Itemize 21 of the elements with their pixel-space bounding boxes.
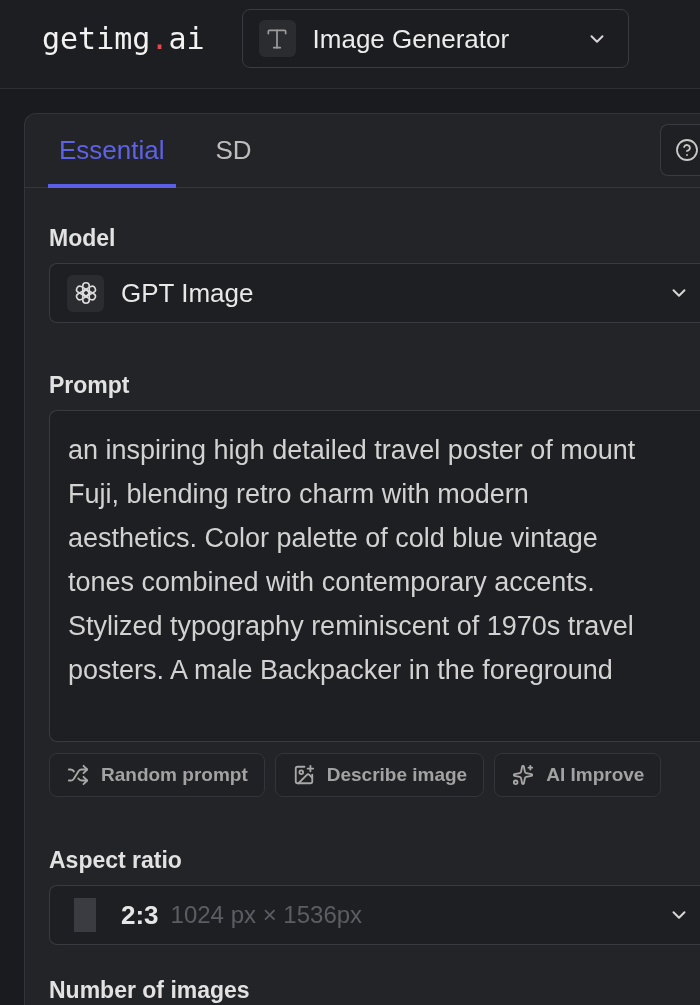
aspect-ratio-select[interactable]: 2:3 1024 px × 1536px — [49, 885, 700, 945]
prompt-action-button[interactable]: AI Improve — [494, 753, 662, 797]
shuffle-icon — [67, 764, 89, 786]
field-label: Number of images — [49, 976, 250, 1004]
tool-select[interactable]: Image Generator — [241, 9, 629, 68]
help-button[interactable] — [660, 124, 700, 176]
field-label: Aspect ratio — [49, 846, 182, 874]
logo[interactable]: getimg.ai — [42, 20, 205, 57]
prompt-action-button[interactable]: Describe image — [274, 753, 485, 797]
field-label: Model — [49, 224, 116, 252]
portrait-rectangle-icon — [74, 898, 96, 932]
help-icon — [675, 138, 699, 162]
image-plus-icon — [292, 764, 315, 786]
text-type-icon — [258, 20, 296, 57]
prompt-field[interactable]: an inspiring high detailed travel poster of mount Fuji, blending retro charm with modern aesthetics. Color palette of cold blue vintage tones combined with contemporary accents. Stylized typography reminiscent of 1970s travel posters. A male Backpacker in the foreground — [49, 410, 700, 742]
knot-icon — [67, 274, 104, 312]
tab[interactable]: SD — [204, 114, 263, 188]
model-select[interactable]: GPT Image — [49, 263, 700, 323]
prompt-action-button[interactable]: Random prompt — [49, 753, 265, 797]
field-label: Prompt — [49, 371, 130, 399]
sparkles-icon — [512, 764, 535, 786]
